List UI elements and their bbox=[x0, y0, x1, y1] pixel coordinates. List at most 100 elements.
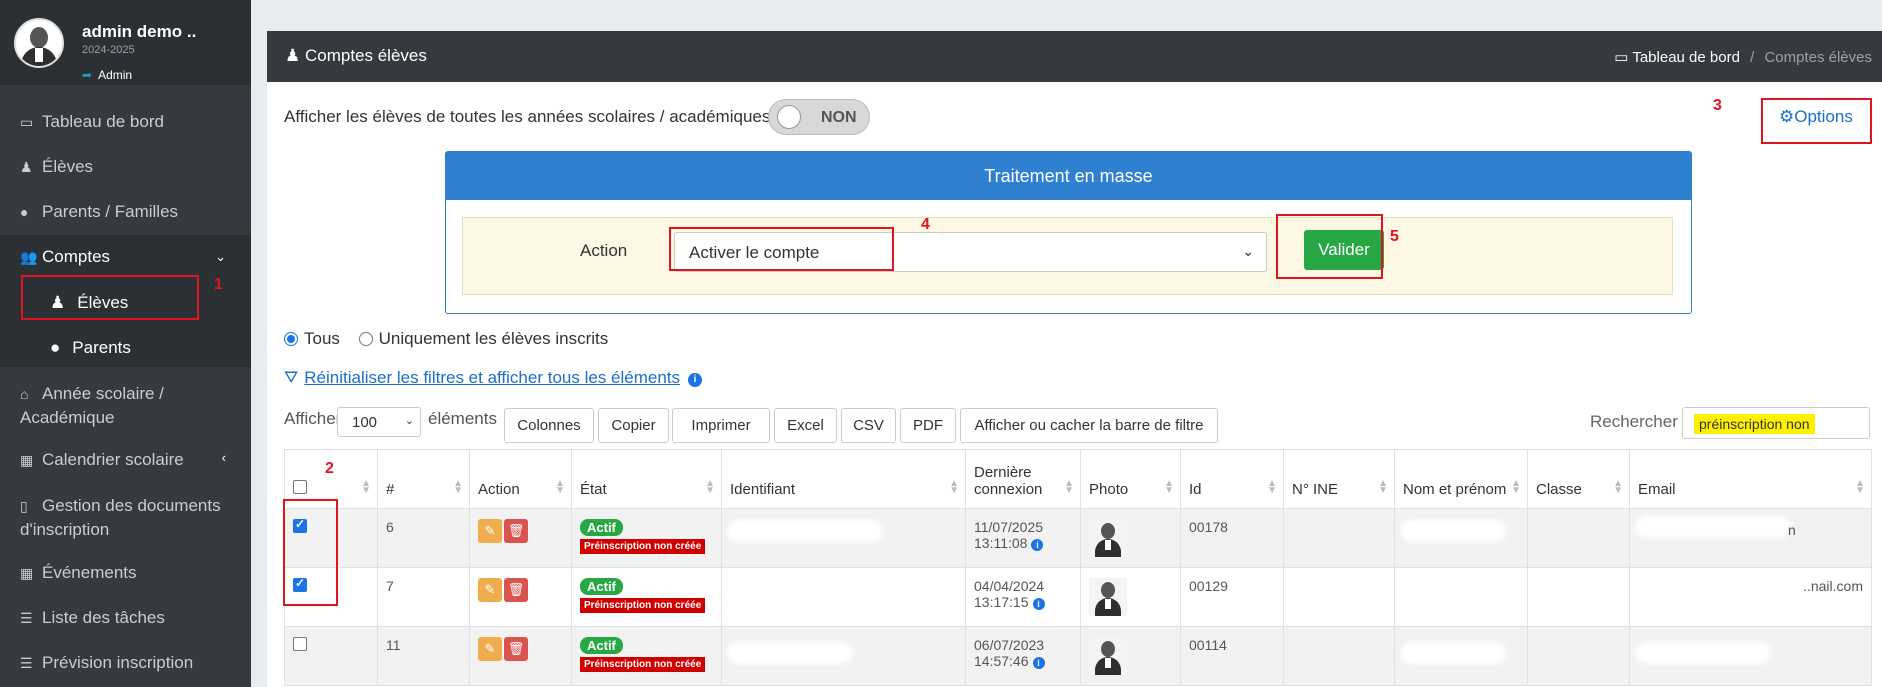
toggle-filter-bar-button[interactable]: Afficher ou cacher la barre de filtre bbox=[960, 408, 1218, 443]
info-icon[interactable]: i bbox=[1032, 598, 1045, 610]
row-checkbox[interactable] bbox=[293, 637, 307, 651]
sidebar-subitem-parents[interactable]: ● Parents bbox=[0, 320, 251, 367]
breadcrumb-current: Comptes élèves bbox=[1764, 49, 1872, 66]
colonnes-button[interactable]: Colonnes bbox=[504, 408, 594, 443]
select-all-checkbox[interactable] bbox=[293, 480, 307, 494]
annotation-box-4 bbox=[669, 227, 894, 271]
toggle-knob bbox=[777, 105, 801, 129]
col-header-photo[interactable]: Photo ▲ ▼ bbox=[1080, 449, 1181, 509]
avatar[interactable] bbox=[14, 18, 64, 68]
col-header-derniere-connexion[interactable]: Dernière connexion ▲ ▼ bbox=[965, 449, 1081, 509]
col-header-num[interactable]: # ▲ ▼ bbox=[377, 449, 470, 509]
email-text: ..nail.com bbox=[1803, 578, 1863, 594]
sidebar-item-comptes[interactable]: 👥 Comptes ⌄ bbox=[0, 235, 251, 275]
last-connection-date: 04/04/2024 bbox=[974, 578, 1045, 594]
col-header-label: Photo bbox=[1089, 481, 1129, 498]
excel-button[interactable]: Excel bbox=[774, 408, 837, 443]
reset-filters-link[interactable]: Réinitialiser les filtres et afficher to… bbox=[304, 368, 680, 387]
info-icon[interactable]: i bbox=[688, 373, 703, 387]
row-state: Actif Préinscription non créée bbox=[571, 626, 722, 686]
all-years-toggle[interactable]: NON bbox=[768, 99, 870, 135]
sidebar-item-dashboard[interactable]: ▭ Tableau de bord bbox=[0, 112, 251, 132]
sidebar-item-documents[interactable]: ▯ Gestion des documents d'inscription bbox=[0, 494, 251, 541]
row-id: 00178 bbox=[1180, 508, 1284, 568]
col-header-action[interactable]: Action ▲ ▼ bbox=[469, 449, 572, 509]
annotation-box-3 bbox=[1761, 98, 1872, 144]
col-header-email[interactable]: Email ▲ ▼ bbox=[1629, 449, 1872, 509]
info-icon[interactable]: i bbox=[1032, 657, 1045, 669]
laptop-icon: ▭ bbox=[20, 114, 34, 130]
row-nom bbox=[1394, 626, 1528, 686]
reset-filters: ⛛ Réinitialiser les filtres et afficher t… bbox=[284, 368, 703, 388]
filter-icon: ⛛ bbox=[284, 368, 299, 387]
info-icon[interactable]: i bbox=[1031, 539, 1044, 551]
table-row: 6 ✎🗑 Actif Préinscription non créée 11/07… bbox=[284, 508, 1872, 568]
col-header-label: Id bbox=[1189, 481, 1202, 498]
action-label: Action bbox=[580, 241, 628, 260]
sort-icon: ▲ ▼ bbox=[1378, 478, 1388, 496]
col-header-ine[interactable]: N° INE ▲ ▼ bbox=[1283, 449, 1395, 509]
row-actions: ✎ 🗑 bbox=[469, 626, 572, 686]
page-length-select[interactable]: 100 ⌄ bbox=[337, 407, 421, 437]
trash-icon[interactable]: 🗑 bbox=[504, 519, 528, 543]
trash-icon[interactable]: 🗑 bbox=[504, 578, 528, 602]
row-ine bbox=[1283, 567, 1395, 627]
sidebar-item-parents-familles[interactable]: ● Parents / Familles bbox=[0, 202, 251, 222]
col-header-id[interactable]: Id ▲ ▼ bbox=[1180, 449, 1284, 509]
list-icon: ☰ bbox=[20, 655, 33, 671]
annotation-box-1 bbox=[21, 275, 199, 320]
col-header-label-line2: connexion bbox=[974, 481, 1043, 498]
sidebar-item-label: Parents / Familles bbox=[42, 202, 179, 221]
sort-icon: ▲ ▼ bbox=[453, 478, 463, 496]
annotation-box-2 bbox=[283, 499, 338, 606]
search-label: Rechercher : bbox=[1590, 412, 1688, 431]
radio-all[interactable] bbox=[284, 332, 298, 346]
row-ine bbox=[1283, 508, 1395, 568]
edit-icon[interactable]: ✎ bbox=[478, 637, 502, 661]
csv-button[interactable]: CSV bbox=[841, 408, 896, 443]
row-classe bbox=[1527, 508, 1630, 568]
col-header-nom[interactable]: Nom et prénom ▲ ▼ bbox=[1394, 449, 1528, 509]
sidebar-item-label-line2: Académique bbox=[20, 408, 115, 427]
redacted-text bbox=[1638, 519, 1788, 535]
sort-icon: ▲ ▼ bbox=[705, 478, 715, 496]
search-value: préinscription non bbox=[1694, 414, 1815, 434]
breadcrumb-home-link[interactable]: Tableau de bord bbox=[1632, 49, 1740, 66]
mass-processing-panel: Traitement en masse Action Activer le co… bbox=[445, 151, 1692, 314]
breadcrumb-separator: / bbox=[1750, 49, 1755, 66]
sidebar-item-prevision[interactable]: ☰ Prévision inscription bbox=[0, 653, 251, 673]
row-id: 00129 bbox=[1180, 567, 1284, 627]
sidebar-item-eleves[interactable]: ♟ Élèves bbox=[0, 157, 251, 177]
filter-radios: Tous Uniquement les élèves inscrits bbox=[284, 329, 608, 349]
edit-icon[interactable]: ✎ bbox=[478, 519, 502, 543]
search-input[interactable]: préinscription non bbox=[1682, 407, 1870, 439]
col-header-etat[interactable]: État ▲ ▼ bbox=[571, 449, 722, 509]
row-num: 11 bbox=[377, 626, 470, 686]
radio-enrolled[interactable] bbox=[358, 332, 373, 346]
row-photo bbox=[1080, 567, 1181, 627]
col-header-identifiant[interactable]: Identifiant ▲ ▼ bbox=[721, 449, 966, 509]
page-title-label: Comptes élèves bbox=[304, 46, 427, 65]
row-last-connection: 06/07/2023 14:57:46 i bbox=[965, 626, 1081, 686]
trash-icon[interactable]: 🗑 bbox=[504, 637, 528, 661]
preinscription-badge: Préinscription non créée bbox=[580, 657, 706, 672]
laptop-icon: ▭ bbox=[1614, 49, 1633, 66]
col-header-classe[interactable]: Classe ▲ ▼ bbox=[1527, 449, 1630, 509]
col-header-label: # bbox=[386, 481, 395, 498]
sidebar-item-calendrier[interactable]: ▦ Calendrier scolaire ‹ bbox=[0, 450, 251, 470]
user-icon: ● bbox=[50, 338, 61, 357]
sidebar-item-taches[interactable]: ☰ Liste des tâches bbox=[0, 608, 251, 628]
pdf-button[interactable]: PDF bbox=[900, 408, 956, 443]
sidebar-item-annee-scolaire[interactable]: ⌂ Année scolaire / Académique bbox=[0, 382, 251, 429]
sidebar-item-evenements[interactable]: ▦ Événements bbox=[0, 563, 251, 583]
sidebar-item-label: Élèves bbox=[42, 157, 94, 176]
chevron-down-icon: ⌄ bbox=[1242, 243, 1254, 259]
card-header: ♟ Comptes élèves ▭ Tableau de bord / Com… bbox=[267, 31, 1882, 82]
imprimer-button[interactable]: Imprimer bbox=[672, 408, 770, 443]
annotation-number-5: 5 bbox=[1390, 228, 1399, 245]
sort-icon[interactable]: ▲ ▼ bbox=[361, 479, 371, 496]
page-title: ♟ Comptes élèves bbox=[285, 46, 427, 66]
edit-icon[interactable]: ✎ bbox=[478, 578, 502, 602]
copier-button[interactable]: Copier bbox=[598, 408, 669, 443]
sort-icon: ▲ ▼ bbox=[1855, 478, 1865, 496]
